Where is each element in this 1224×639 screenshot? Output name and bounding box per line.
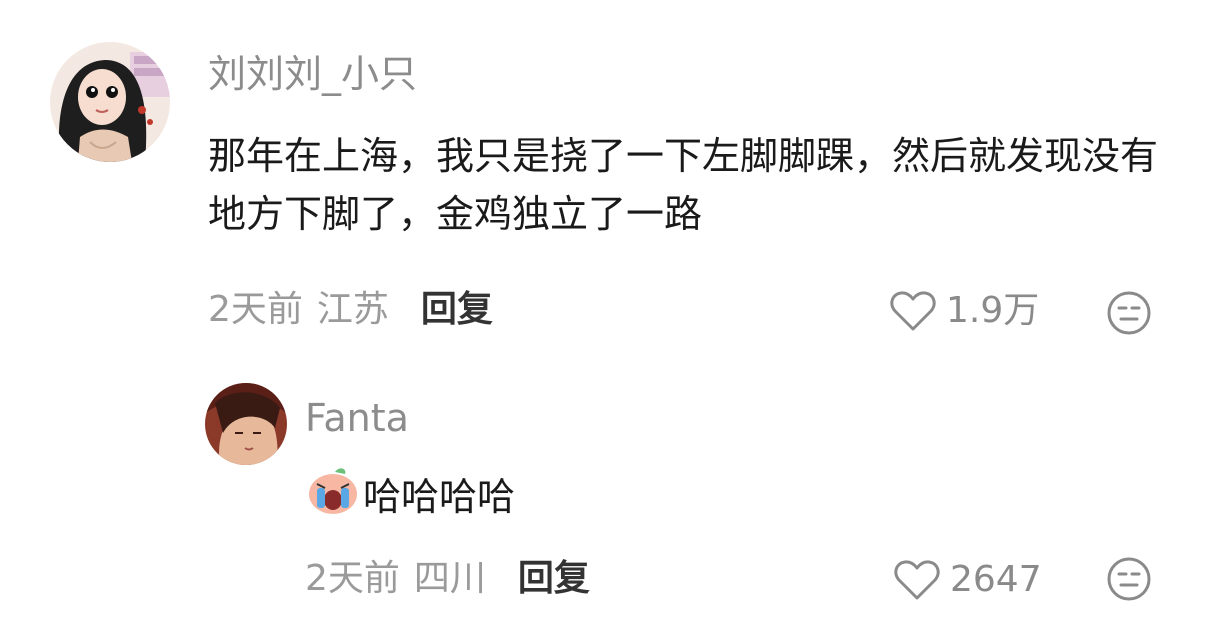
avatar-painted-portrait <box>205 383 287 465</box>
reply-button[interactable]: 回复 <box>518 561 590 597</box>
comment-meta: 2天前 四川 回复 <box>305 561 590 597</box>
neutral-face-icon <box>1107 557 1151 601</box>
comment-text: 哈哈哈哈 <box>305 466 515 532</box>
like-button[interactable]: 2647 <box>894 559 1042 601</box>
comment-text: 那年在上海，我只是挠了一下左脚脚踝，然后就发现没有地方下脚了，金鸡独立了一路 <box>208 134 1159 236</box>
react-button[interactable] <box>1106 290 1152 340</box>
timestamp: 2天前 <box>208 289 303 330</box>
avatar[interactable] <box>205 383 287 465</box>
timestamp: 2天前 <box>305 558 400 599</box>
location: 江苏 <box>316 289 389 330</box>
crying-laughing-sticker-icon <box>305 466 361 532</box>
like-button[interactable]: 1.9万 <box>890 290 1039 332</box>
username[interactable]: Fanta <box>305 399 409 437</box>
avatar[interactable] <box>50 42 170 162</box>
comment-text-content: 哈哈哈哈 <box>363 475 516 519</box>
neutral-face-icon <box>1107 291 1151 335</box>
like-count: 1.9万 <box>946 290 1040 331</box>
react-button[interactable] <box>1106 556 1152 606</box>
comment-meta: 2天前 江苏 回复 <box>208 292 493 328</box>
location: 四川 <box>413 558 486 599</box>
heart-outline-icon <box>894 560 940 600</box>
username[interactable]: 刘刘刘_小只 <box>208 55 417 93</box>
like-count: 2647 <box>950 559 1042 600</box>
avatar-girl-illustration <box>50 42 170 162</box>
reply-button[interactable]: 回复 <box>421 292 493 328</box>
heart-outline-icon <box>890 291 936 331</box>
